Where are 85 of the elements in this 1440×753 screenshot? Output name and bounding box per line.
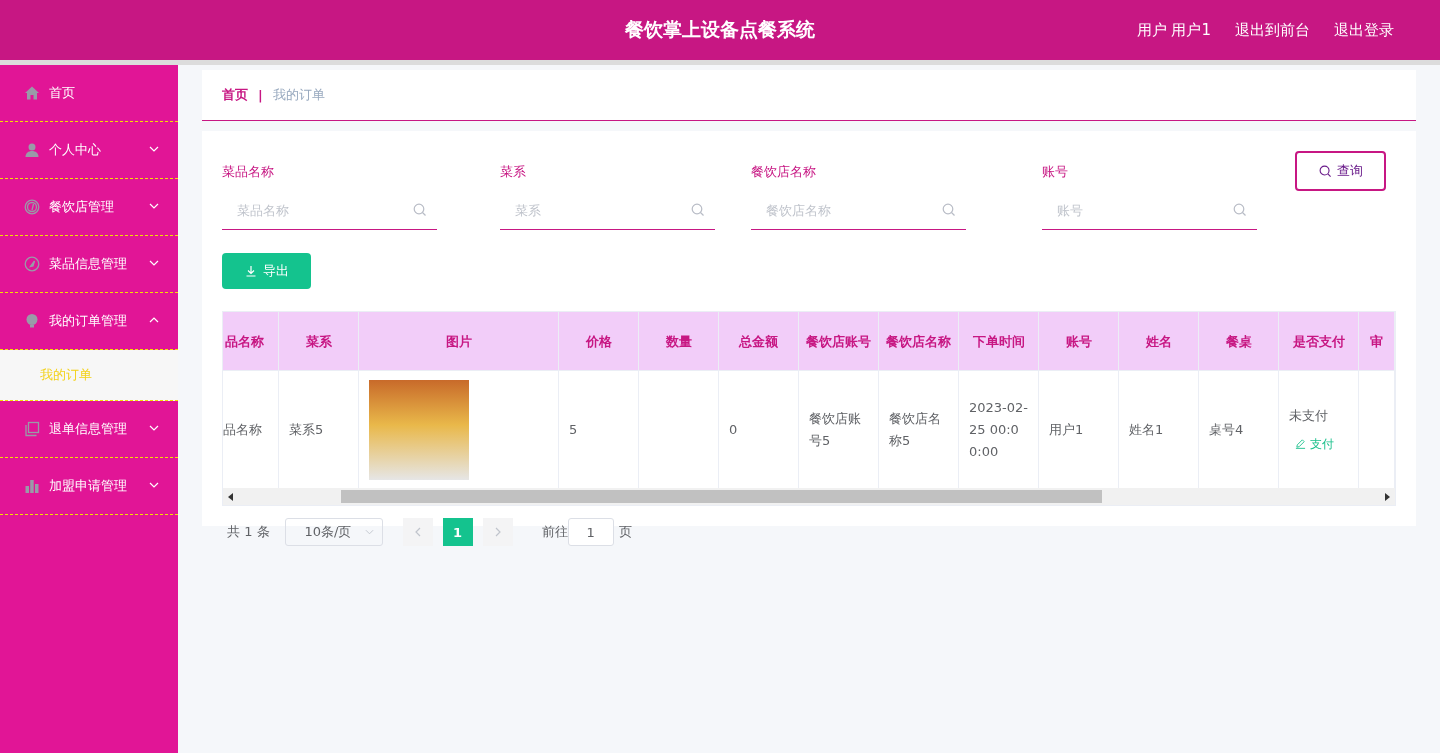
column-header: 餐饮店名称 [886, 332, 951, 351]
filter-label: 菜品名称 [222, 163, 275, 181]
breadcrumb-separator: | [258, 87, 263, 103]
scroll-left-icon[interactable] [228, 492, 234, 501]
goto-label: 前往 [541, 523, 568, 541]
column-header: 品名称 [225, 332, 264, 351]
header-link[interactable]: 用户 用户1 [1136, 20, 1211, 40]
column-header: 下单时间 [972, 332, 1025, 351]
column-header: 餐桌 [1225, 332, 1252, 351]
column-header: 总金额 [739, 332, 778, 351]
search-button[interactable]: 查询 [1295, 151, 1386, 191]
copy-icon [24, 421, 40, 437]
sidebar-label: 菜品信息管理 [49, 255, 127, 273]
pay-link[interactable]: 支付 [1289, 432, 1334, 455]
header-link[interactable]: 退出到前台 [1235, 20, 1310, 40]
breadcrumb-link[interactable]: 首页 [222, 86, 248, 104]
horizontal-scrollbar[interactable] [223, 488, 1395, 505]
search-icon [1318, 164, 1332, 178]
filter-label: 餐饮店名称 [751, 163, 817, 181]
sidebar-label: 加盟申请管理 [49, 477, 127, 495]
breadcrumb-link[interactable]: 我的订单 [272, 86, 325, 104]
column-header: 是否支付 [1292, 332, 1345, 351]
column-header: 菜系 [305, 332, 332, 351]
table-cell-text: 桌号4 [1209, 420, 1244, 439]
export-button[interactable]: 导出 [222, 253, 311, 289]
column-header: 审 [1370, 332, 1383, 351]
sidebar-item[interactable]: 首页 [0, 65, 178, 122]
pencil-icon [1295, 438, 1306, 449]
page-number[interactable]: 1 [442, 518, 473, 546]
sidebar-label: 我的订单管理 [49, 312, 127, 330]
search-icon [942, 203, 956, 217]
sidebar-item[interactable]: 个人中心 [0, 122, 178, 179]
table-cell-text: 姓名1 [1129, 420, 1164, 439]
table-cell-text: 菜系5 [289, 420, 324, 439]
search-field[interactable]: 菜系 [500, 191, 715, 230]
scrollbar-thumb[interactable] [341, 490, 1102, 503]
table-cell-text: 2023-02-25 00:00:00 [969, 398, 1028, 461]
home-icon [24, 85, 40, 101]
header-link[interactable]: 退出登录 [1334, 20, 1394, 40]
column-header: 数量 [665, 332, 692, 351]
app-title: 餐饮掌上设备点餐系统 [625, 17, 815, 42]
table-cell-text: 用户1 [1049, 420, 1084, 439]
search-field[interactable]: 账号 [1042, 191, 1257, 230]
user-icon [24, 142, 40, 158]
previous-page-button[interactable] [402, 518, 433, 546]
table-cell-text: 5 [569, 420, 578, 439]
gauge-icon [24, 199, 40, 215]
sidebar-label: 个人中心 [49, 141, 101, 159]
search-icon [691, 203, 705, 217]
search-field[interactable]: 菜品名称 [222, 191, 437, 230]
filter-label: 账号 [1042, 163, 1069, 181]
bar-chart-icon [24, 478, 40, 494]
column-header: 图片 [445, 332, 472, 351]
sidebar-item[interactable]: 餐饮店管理 [0, 179, 178, 236]
table-cell-text: 餐饮店名称5 [889, 409, 942, 450]
table-cell-text: 餐饮店账号5 [809, 409, 862, 450]
payment-status: 未支付 [1289, 406, 1329, 425]
search-field[interactable]: 餐饮店名称 [751, 191, 966, 230]
total-count: 共 1 条 [227, 523, 270, 541]
chevron-left-icon [414, 527, 421, 537]
chevron-down-icon [364, 529, 374, 535]
sidebar-item[interactable]: 退单信息管理 [0, 401, 178, 458]
sidebar-label: 退单信息管理 [49, 420, 127, 438]
page-input[interactable]: 1 [567, 518, 614, 546]
sidebar-item[interactable]: 加盟申请管理 [0, 458, 178, 515]
chevron-right-icon [494, 527, 501, 537]
page-size-select[interactable]: 10条/页 [284, 518, 383, 546]
scroll-right-icon[interactable] [1384, 492, 1390, 501]
search-icon [1233, 203, 1247, 217]
column-header: 餐饮店账号 [806, 332, 871, 351]
compass-icon [24, 256, 40, 272]
sidebar-label: 餐饮店管理 [49, 198, 114, 216]
column-header: 姓名 [1145, 332, 1172, 351]
next-page-button[interactable] [482, 518, 513, 546]
sidebar-label: 首页 [49, 84, 75, 102]
filter-label: 菜系 [500, 163, 527, 181]
download-icon [244, 265, 257, 277]
page-suffix: 页 [618, 523, 632, 541]
table-cell-text: 品名称 [223, 420, 262, 439]
bulb-icon [24, 313, 40, 329]
column-header: 价格 [585, 332, 612, 351]
sidebar-item[interactable]: 菜品信息管理 [0, 236, 178, 293]
column-header: 账号 [1065, 332, 1092, 351]
table-cell-text: 0 [729, 420, 738, 439]
search-icon [413, 203, 427, 217]
